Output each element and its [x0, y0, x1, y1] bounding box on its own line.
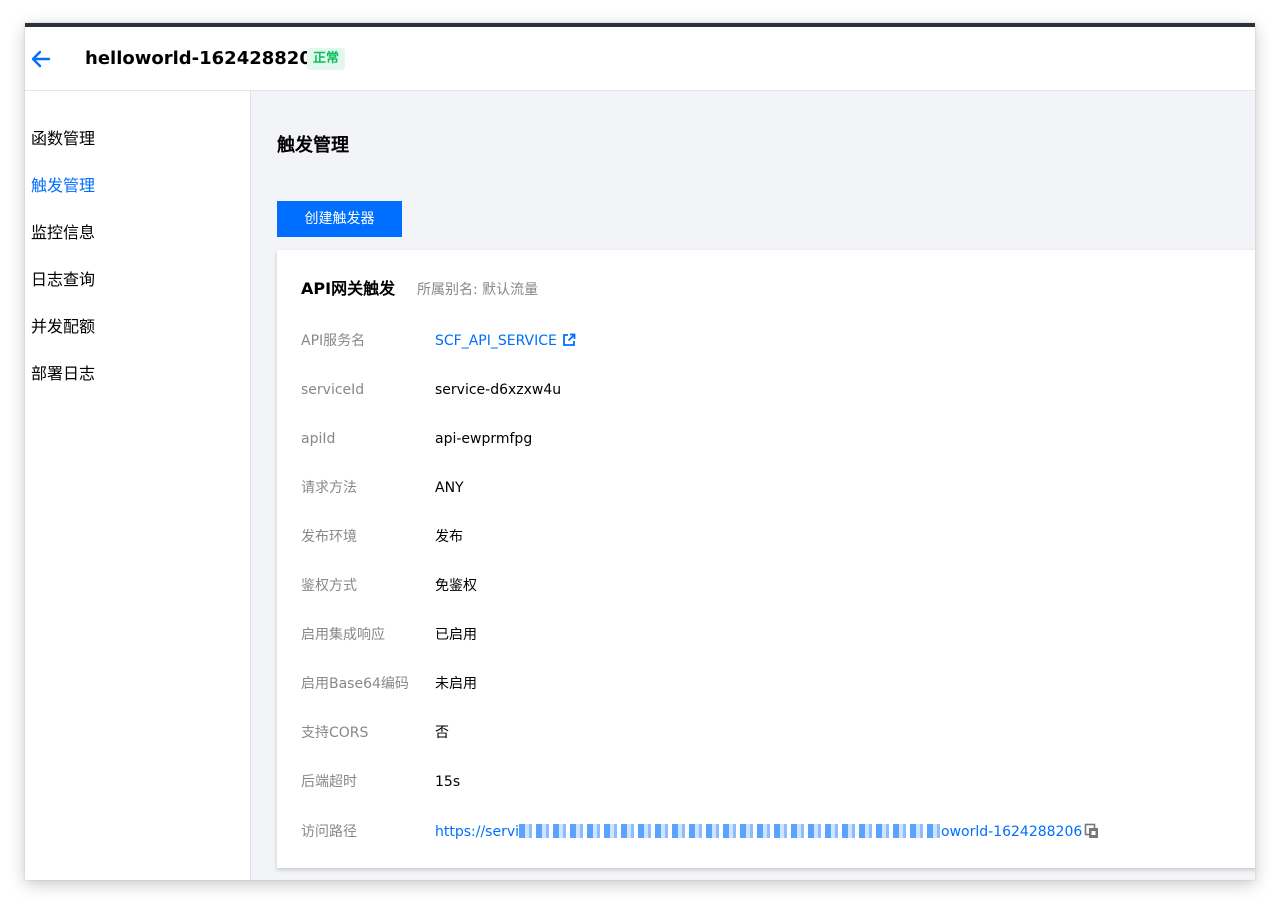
field-value: ANY [435, 480, 464, 496]
api-service-name[interactable]: SCF_API_SERVICE [435, 333, 557, 349]
function-title: helloworld-1624288206 [85, 48, 325, 69]
copy-icon[interactable] [1084, 823, 1100, 845]
field-label: 支持CORS [301, 725, 369, 741]
field-row: serviceId service-d6xzxw4u [301, 380, 1241, 400]
api-service-link[interactable]: SCF_API_SERVICE [435, 331, 576, 353]
field-row: 支持CORS 否 [301, 723, 1241, 743]
field-value: service-d6xzxw4u [435, 382, 562, 398]
sidebar-item-function-management[interactable]: 函数管理 [31, 129, 95, 149]
field-label: 鉴权方式 [301, 578, 357, 594]
field-label: 访问路径 [301, 824, 357, 840]
field-row: 启用Base64编码 未启用 [301, 674, 1241, 694]
field-row: API服务名 SCF_API_SERVICE [301, 331, 1241, 351]
create-trigger-button[interactable]: 创建触发器 [277, 201, 402, 237]
access-path-suffix[interactable]: oworld-1624288206 [941, 824, 1082, 840]
access-path-link[interactable]: https://servi oworld-1624288206 [435, 822, 1100, 845]
field-label: 后端超时 [301, 774, 357, 790]
status-badge: 正常 [307, 48, 346, 70]
field-row: 后端超时 15s [301, 772, 1241, 792]
field-value: 15s [435, 774, 461, 790]
field-row: 请求方法 ANY [301, 478, 1241, 498]
field-row: apiId api-ewprmfpg [301, 429, 1241, 449]
field-label: serviceId [301, 382, 365, 398]
field-value: 发布 [435, 529, 463, 545]
sidebar-item-log-query[interactable]: 日志查询 [31, 270, 95, 290]
trigger-card: API网关触发 所属别名: 默认流量 API服务名 SCF_API_SERVIC… [277, 250, 1255, 868]
field-label: 启用Base64编码 [301, 676, 409, 692]
field-value: api-ewprmfpg [435, 431, 533, 447]
page-title: 触发管理 [277, 135, 349, 156]
sidebar-item-concurrency-quota[interactable]: 并发配额 [31, 317, 95, 337]
field-value: 未启用 [435, 676, 477, 692]
field-label: 请求方法 [301, 480, 357, 496]
access-path-prefix[interactable]: https://servi [435, 824, 519, 840]
field-row: 访问路径 https://servi oworld-1624288206 [301, 822, 1241, 842]
main-content: 触发管理 创建触发器 API网关触发 所属别名: 默认流量 API服务名 SCF… [251, 91, 1255, 880]
page-header: helloworld-1624288206 正常 [25, 27, 1255, 91]
field-row: 启用集成响应 已启用 [301, 625, 1241, 645]
sidebar-item-deploy-logs[interactable]: 部署日志 [31, 364, 95, 384]
field-value: 否 [435, 725, 449, 741]
console-window: helloworld-1624288206 正常 函数管理 触发管理 监控信息 … [25, 23, 1255, 880]
alias-label: 所属别名: 默认流量 [417, 282, 539, 298]
redacted-url-segment [519, 824, 942, 838]
sidebar-item-trigger-management[interactable]: 触发管理 [31, 176, 95, 196]
sidebar: 函数管理 触发管理 监控信息 日志查询 并发配额 部署日志 [25, 91, 251, 880]
field-label: 发布环境 [301, 529, 357, 545]
field-value: 免鉴权 [435, 578, 477, 594]
external-link-icon[interactable] [562, 333, 576, 353]
field-value: 已启用 [435, 627, 477, 643]
field-label: API服务名 [301, 333, 366, 349]
field-row: 发布环境 发布 [301, 527, 1241, 547]
field-row: 鉴权方式 免鉴权 [301, 576, 1241, 596]
trigger-card-title: API网关触发 [301, 279, 396, 298]
sidebar-item-monitoring[interactable]: 监控信息 [31, 223, 95, 243]
field-label: 启用集成响应 [301, 627, 385, 643]
field-label: apiId [301, 431, 336, 447]
arrow-left-icon[interactable] [30, 48, 52, 70]
